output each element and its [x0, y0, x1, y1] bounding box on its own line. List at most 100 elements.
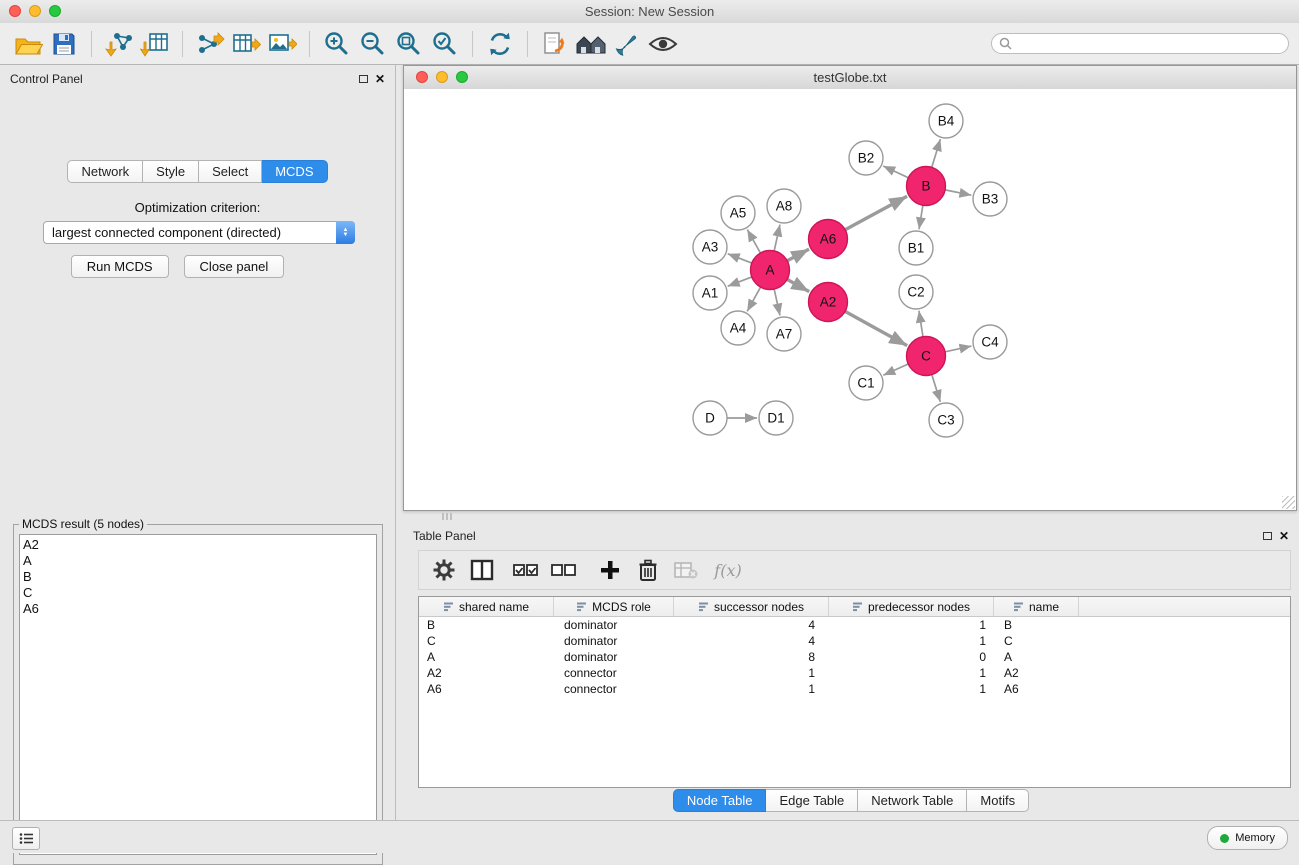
show-columns-icon[interactable]: [465, 554, 499, 586]
graph-node-A[interactable]: A: [751, 251, 790, 290]
criterion-dropdown[interactable]: largest connected component (directed) ▲…: [43, 221, 355, 244]
graph-edge-C-C1[interactable]: [883, 364, 908, 375]
column-header-shared-name[interactable]: shared name: [419, 597, 554, 616]
table-row[interactable]: Cdominator41C: [419, 633, 1290, 649]
search-field[interactable]: [991, 33, 1289, 54]
graph-edge-A-A5[interactable]: [747, 230, 760, 253]
graph-edge-C-C3[interactable]: [932, 375, 941, 402]
graph-edge-A-A7[interactable]: [774, 289, 780, 315]
export-network-icon[interactable]: [192, 27, 228, 61]
graph-node-A5[interactable]: A5: [721, 196, 755, 230]
graph-node-A7[interactable]: A7: [767, 317, 801, 351]
select-all-rows-icon[interactable]: [509, 554, 543, 586]
graph-edge-A2-C[interactable]: [845, 311, 907, 345]
show-hide-icon[interactable]: [645, 27, 681, 61]
tab-motifs[interactable]: Motifs: [967, 789, 1029, 812]
delete-rows-trash-icon[interactable]: [631, 554, 665, 586]
column-header-successor-nodes[interactable]: successor nodes: [674, 597, 829, 616]
tab-edge-table[interactable]: Edge Table: [766, 789, 858, 812]
graph-node-B4[interactable]: B4: [929, 104, 963, 138]
graph-node-A4[interactable]: A4: [721, 311, 755, 345]
apply-style-icon[interactable]: [609, 27, 645, 61]
import-network-icon[interactable]: [101, 27, 137, 61]
mcds-result-item[interactable]: B: [23, 569, 376, 585]
graph-node-A1[interactable]: A1: [693, 276, 727, 310]
graph-node-C1[interactable]: C1: [849, 366, 883, 400]
close-table-panel-icon[interactable]: ✕: [1279, 531, 1289, 541]
zoom-fit-icon[interactable]: [391, 27, 427, 61]
graph-edge-A-A2[interactable]: [787, 279, 809, 291]
graph-edge-A-A6[interactable]: [787, 249, 809, 261]
column-header-name[interactable]: name: [994, 597, 1079, 616]
graph-node-D[interactable]: D: [693, 401, 727, 435]
graph-node-C4[interactable]: C4: [973, 325, 1007, 359]
settings-gear-icon[interactable]: [427, 554, 461, 586]
graph-node-C2[interactable]: C2: [899, 275, 933, 309]
graph-edge-A-A1[interactable]: [728, 277, 752, 286]
graph-node-B[interactable]: B: [907, 167, 946, 206]
zoom-selected-icon[interactable]: [427, 27, 463, 61]
graph-edge-A6-B[interactable]: [845, 196, 907, 229]
mcds-result-list[interactable]: A2ABCA6: [19, 534, 377, 855]
graph-node-C[interactable]: C: [907, 337, 946, 376]
divider-grip-icon[interactable]: [442, 513, 454, 520]
graph-node-A6[interactable]: A6: [809, 220, 848, 259]
network-window-titlebar[interactable]: testGlobe.txt: [404, 66, 1296, 90]
table-row[interactable]: Bdominator41B: [419, 617, 1290, 633]
task-history-button[interactable]: [12, 827, 40, 850]
close-panel-button[interactable]: Close panel: [184, 255, 285, 278]
add-column-icon[interactable]: [593, 554, 627, 586]
graph-edge-B-B2[interactable]: [883, 166, 908, 178]
memory-button[interactable]: Memory: [1207, 826, 1288, 850]
graph-node-D1[interactable]: D1: [759, 401, 793, 435]
graph-node-C3[interactable]: C3: [929, 403, 963, 437]
tab-network-table[interactable]: Network Table: [858, 789, 967, 812]
mcds-result-item[interactable]: A2: [23, 537, 376, 553]
column-header-MCDS-role[interactable]: MCDS role: [554, 597, 674, 616]
graph-node-B3[interactable]: B3: [973, 182, 1007, 216]
network-canvas[interactable]: A A1 A2 A3 A4 A5 A6 A7 A8 B B1 B2 B3 B4 C C1 C2 C3 C4 D D1: [404, 89, 1296, 510]
graph-edge-B-B3[interactable]: [945, 190, 971, 195]
node-table[interactable]: shared nameMCDS rolesuccessor nodesprede…: [418, 596, 1291, 788]
graph-node-B2[interactable]: B2: [849, 141, 883, 175]
search-input[interactable]: [1012, 36, 1281, 52]
graph-edge-C-C4[interactable]: [945, 346, 971, 352]
float-table-panel-icon[interactable]: [1263, 532, 1272, 540]
graph-edge-A-A3[interactable]: [728, 254, 752, 263]
graph-edge-A-A4[interactable]: [747, 287, 760, 311]
zoom-in-icon[interactable]: [319, 27, 355, 61]
resize-grip-icon[interactable]: [1282, 496, 1295, 509]
deselect-all-rows-icon[interactable]: [547, 554, 581, 586]
graph-node-A8[interactable]: A8: [767, 189, 801, 223]
tab-node-table[interactable]: Node Table: [673, 789, 767, 812]
tab-style[interactable]: Style: [143, 160, 199, 183]
graph-edge-A-A8[interactable]: [774, 225, 780, 251]
graph-edge-B-B4[interactable]: [932, 139, 941, 167]
mcds-result-item[interactable]: A6: [23, 601, 376, 617]
first-neighbors-icon[interactable]: [537, 27, 573, 61]
graph-node-A3[interactable]: A3: [693, 230, 727, 264]
tab-select[interactable]: Select: [199, 160, 262, 183]
graph-edge-B-B1[interactable]: [919, 205, 923, 229]
mcds-result-item[interactable]: A: [23, 553, 376, 569]
close-panel-icon[interactable]: ✕: [375, 74, 385, 84]
table-row[interactable]: A2connector11A2: [419, 665, 1290, 681]
column-header-predecessor-nodes[interactable]: predecessor nodes: [829, 597, 994, 616]
table-row[interactable]: A6connector11A6: [419, 681, 1290, 697]
graph-node-B1[interactable]: B1: [899, 231, 933, 265]
import-table-icon[interactable]: [137, 27, 173, 61]
table-row[interactable]: Adominator80A: [419, 649, 1290, 665]
tab-network[interactable]: Network: [67, 160, 143, 183]
tab-mcds[interactable]: MCDS: [262, 160, 327, 183]
zoom-out-icon[interactable]: [355, 27, 391, 61]
save-session-icon[interactable]: [46, 27, 82, 61]
open-session-icon[interactable]: [10, 27, 46, 61]
refresh-view-icon[interactable]: [482, 27, 518, 61]
graph-node-A2[interactable]: A2: [809, 283, 848, 322]
float-panel-icon[interactable]: [359, 75, 368, 83]
network-home-icon[interactable]: [573, 27, 609, 61]
graph-edge-C-C2[interactable]: [919, 311, 923, 337]
export-table-icon[interactable]: [228, 27, 264, 61]
run-mcds-button[interactable]: Run MCDS: [71, 255, 169, 278]
mcds-result-item[interactable]: C: [23, 585, 376, 601]
